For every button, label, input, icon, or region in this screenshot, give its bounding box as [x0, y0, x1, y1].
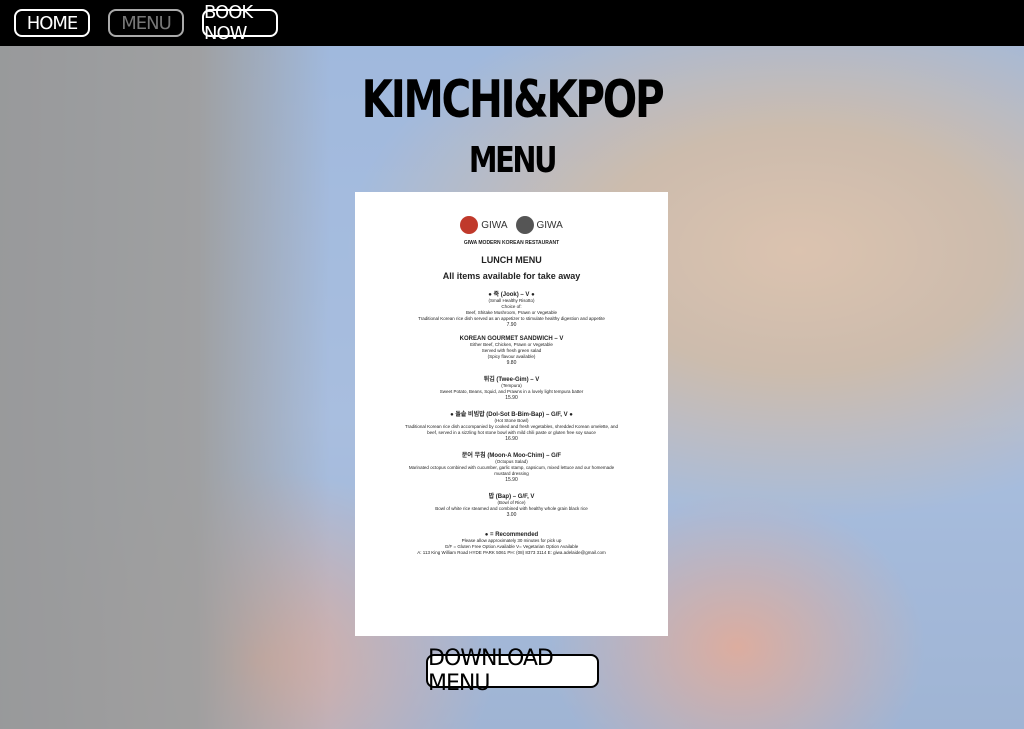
nav-home-button[interactable]: HOME [14, 9, 90, 37]
menu-item-price: 9.80 [506, 360, 517, 366]
menu-item: 튀김 (Twee-Gim) – V (Tempura) Sweet Potato… [369, 374, 654, 401]
menu-item: ● 죽 (Jook) – V ● (Small Healthy Risotto)… [369, 289, 654, 328]
logos: GIWA GIWA [369, 214, 654, 236]
footer-line: A: 113 King William Road HYDE PARK 5061 … [417, 550, 606, 555]
menu-item: KOREAN GOURMET SANDWICH – V Either Beef,… [369, 336, 654, 366]
menu-footer: ● = Recommended Please allow approximate… [369, 532, 654, 556]
site-title: KIMCHI&KPOP [361, 70, 665, 130]
menu-item-name: ● 죽 (Jook) – V ● [488, 292, 535, 298]
menu-item: 밥 (Bap) – G/F, V (Bowl of Rice) Bowl of … [369, 491, 654, 518]
menu-item-price: 15.90 [505, 395, 518, 401]
menu-item-name: 문어 무침 (Moon-A Moo-Chim) – G/F [461, 453, 562, 459]
menu-item-name: 밥 (Bap) – G/F, V [488, 494, 535, 500]
logo-text: GIWA [481, 219, 508, 231]
menu-item-price: 15.90 [505, 477, 518, 483]
giwa-red-logo-icon [460, 216, 479, 234]
page-title: MENU [468, 140, 558, 181]
download-menu-button[interactable]: DOWNLOAD MENU [426, 646, 599, 696]
menu-item: ● 돌솥 비빔밥 (Dol-Sot B-Bim-Bap) – G/F, V ● … [369, 409, 654, 442]
menu-document-preview: GIWA GIWA GIWA MODERN KOREAN RESTAURANT … [355, 192, 668, 636]
nav-book-now-button[interactable]: BOOK NOW [202, 2, 278, 44]
menu-heading: LUNCH MENU [481, 255, 542, 265]
menu-subheading: All items available for take away [442, 271, 581, 281]
restaurant-name: GIWA MODERN KOREAN RESTAURANT [463, 240, 560, 246]
giwa-grey-logo-icon [515, 216, 534, 234]
top-nav-bar: HOME MENU BOOK NOW [0, 0, 1024, 46]
menu-item-price: 7.90 [506, 322, 517, 328]
giwa-logo-red: GIWA [460, 216, 508, 234]
nav-menu-button[interactable]: MENU [108, 9, 184, 37]
menu-item: 문어 무침 (Moon-A Moo-Chim) – G/F (Octopus S… [369, 450, 654, 483]
menu-item-name: ● 돌솥 비빔밥 (Dol-Sot B-Bim-Bap) – G/F, V ● [450, 412, 573, 418]
menu-item-price: 3.00 [506, 512, 517, 518]
menu-item-name: 튀김 (Twee-Gim) – V [483, 377, 540, 383]
logo-text: GIWA [536, 219, 563, 231]
menu-item-price: 16.90 [505, 436, 518, 442]
giwa-logo-grey: GIWA [515, 216, 563, 234]
